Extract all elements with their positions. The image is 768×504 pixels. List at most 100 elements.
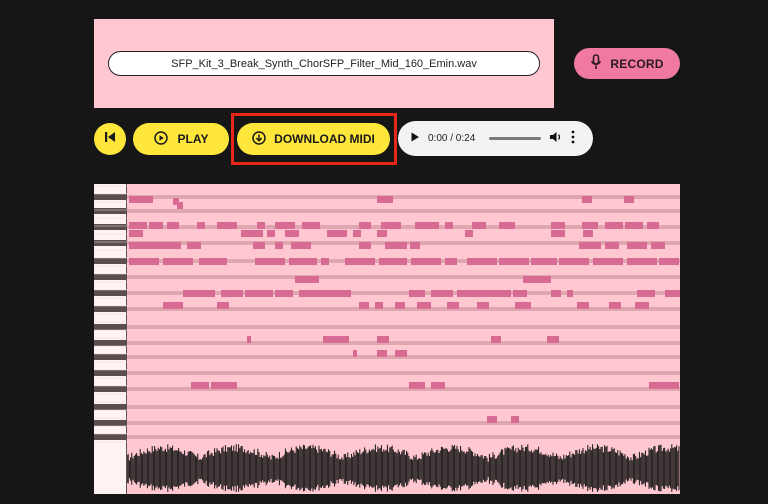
play-button[interactable]: PLAY xyxy=(133,123,229,155)
black-key[interactable] xyxy=(94,404,127,410)
midi-note[interactable] xyxy=(523,276,551,283)
midi-note[interactable] xyxy=(177,202,183,209)
midi-note[interactable] xyxy=(531,258,557,265)
black-key[interactable] xyxy=(94,258,127,264)
midi-note[interactable] xyxy=(377,336,389,343)
midi-note[interactable] xyxy=(323,290,351,297)
midi-note[interactable] xyxy=(409,382,425,389)
midi-note[interactable] xyxy=(187,242,201,249)
midi-note[interactable] xyxy=(359,302,369,309)
midi-note[interactable] xyxy=(289,258,317,265)
black-key[interactable] xyxy=(94,386,127,392)
black-key[interactable] xyxy=(94,194,127,200)
midi-note[interactable] xyxy=(183,290,215,297)
midi-note[interactable] xyxy=(551,230,565,237)
record-button[interactable]: RECORD xyxy=(574,48,680,79)
audio-seek-bar[interactable] xyxy=(489,137,542,140)
midi-note[interactable] xyxy=(582,196,592,203)
black-key[interactable] xyxy=(94,370,127,376)
midi-note[interactable] xyxy=(487,416,497,423)
midi-note[interactable] xyxy=(417,302,431,309)
midi-note[interactable] xyxy=(217,302,229,309)
midi-note[interactable] xyxy=(467,258,497,265)
midi-note[interactable] xyxy=(515,302,531,309)
midi-note[interactable] xyxy=(410,242,420,249)
midi-note[interactable] xyxy=(257,222,265,229)
midi-note[interactable] xyxy=(491,336,501,343)
black-key[interactable] xyxy=(94,240,127,246)
black-key[interactable] xyxy=(94,224,127,230)
midi-note[interactable] xyxy=(359,242,371,249)
midi-note[interactable] xyxy=(647,222,659,229)
midi-note[interactable] xyxy=(383,196,393,203)
piano-keyboard[interactable] xyxy=(94,184,127,494)
midi-note[interactable] xyxy=(359,222,371,229)
midi-note[interactable] xyxy=(197,222,205,229)
midi-note[interactable] xyxy=(665,290,680,297)
midi-note[interactable] xyxy=(627,258,657,265)
midi-note[interactable] xyxy=(579,242,601,249)
black-key[interactable] xyxy=(94,340,127,346)
midi-note[interactable] xyxy=(567,290,573,297)
midi-note[interactable] xyxy=(353,230,361,237)
midi-note[interactable] xyxy=(247,336,251,343)
volume-icon[interactable] xyxy=(549,131,563,146)
midi-note[interactable] xyxy=(129,230,143,237)
midi-note[interactable] xyxy=(302,222,320,229)
note-grid[interactable] xyxy=(127,184,680,494)
midi-note[interactable] xyxy=(377,350,387,357)
midi-note[interactable] xyxy=(255,258,285,265)
midi-note[interactable] xyxy=(129,196,153,203)
black-key[interactable] xyxy=(94,354,127,360)
midi-note[interactable] xyxy=(659,258,679,265)
midi-note[interactable] xyxy=(275,242,283,249)
midi-note[interactable] xyxy=(635,302,649,309)
midi-note[interactable] xyxy=(381,222,401,229)
midi-note[interactable] xyxy=(577,302,589,309)
midi-note[interactable] xyxy=(129,222,147,229)
midi-note[interactable] xyxy=(627,242,647,249)
midi-note[interactable] xyxy=(511,416,519,423)
black-key[interactable] xyxy=(94,434,127,440)
midi-note[interactable] xyxy=(327,230,347,237)
midi-note[interactable] xyxy=(605,242,619,249)
file-name-field[interactable]: SFP_Kit_3_Break_Synth_ChorSFP_Filter_Mid… xyxy=(108,51,540,76)
more-options-icon[interactable] xyxy=(571,130,575,147)
midi-note[interactable] xyxy=(345,258,375,265)
midi-note[interactable] xyxy=(593,258,623,265)
midi-note[interactable] xyxy=(651,242,665,249)
midi-note[interactable] xyxy=(323,336,349,343)
audio-play-icon[interactable] xyxy=(410,132,420,145)
skip-back-button[interactable] xyxy=(94,123,126,155)
midi-note[interactable] xyxy=(609,302,621,309)
midi-note[interactable] xyxy=(321,258,329,265)
midi-note[interactable] xyxy=(649,382,679,389)
midi-note[interactable] xyxy=(167,222,179,229)
midi-note[interactable] xyxy=(625,222,643,229)
midi-note[interactable] xyxy=(431,290,453,297)
midi-note[interactable] xyxy=(211,382,237,389)
midi-note[interactable] xyxy=(582,222,598,229)
midi-note[interactable] xyxy=(409,290,425,297)
midi-note[interactable] xyxy=(583,230,593,237)
midi-note[interactable] xyxy=(253,242,265,249)
midi-note[interactable] xyxy=(149,222,163,229)
midi-note[interactable] xyxy=(129,242,181,249)
midi-note[interactable] xyxy=(499,222,515,229)
midi-note[interactable] xyxy=(395,302,405,309)
midi-note[interactable] xyxy=(163,302,183,309)
midi-note[interactable] xyxy=(395,350,407,357)
midi-note[interactable] xyxy=(267,230,275,237)
midi-note[interactable] xyxy=(299,290,325,297)
midi-note[interactable] xyxy=(411,258,441,265)
midi-note[interactable] xyxy=(295,276,319,283)
midi-note[interactable] xyxy=(129,258,159,265)
midi-note[interactable] xyxy=(221,290,243,297)
midi-note[interactable] xyxy=(285,230,299,237)
midi-note[interactable] xyxy=(245,290,273,297)
midi-note[interactable] xyxy=(551,290,561,297)
midi-note[interactable] xyxy=(375,302,383,309)
midi-note[interactable] xyxy=(377,230,387,237)
midi-note[interactable] xyxy=(479,290,511,297)
midi-note[interactable] xyxy=(379,258,407,265)
